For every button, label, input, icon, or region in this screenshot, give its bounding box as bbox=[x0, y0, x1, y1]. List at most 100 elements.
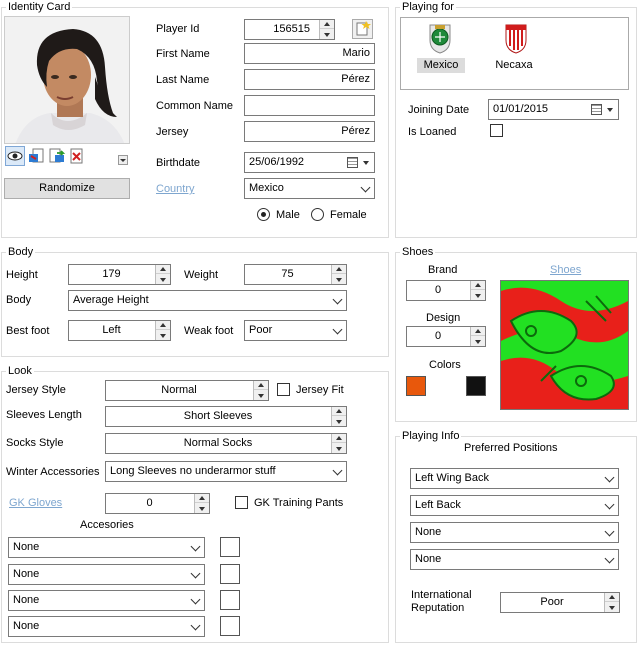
female-label[interactable]: Female bbox=[330, 208, 367, 222]
gk-gloves-link[interactable]: GK Gloves bbox=[9, 496, 62, 510]
spin-down-icon[interactable] bbox=[195, 504, 209, 513]
birthdate-picker[interactable]: 25/06/1992 bbox=[244, 152, 375, 173]
accessory-color-2[interactable] bbox=[220, 564, 240, 584]
spin-down-icon[interactable] bbox=[332, 417, 346, 426]
accessory-color-4[interactable] bbox=[220, 616, 240, 636]
chevron-down-icon bbox=[190, 594, 201, 605]
import-icon[interactable] bbox=[28, 147, 46, 165]
team-label-mexico: Mexico bbox=[417, 58, 465, 73]
design-spinner[interactable]: 0 bbox=[406, 326, 486, 347]
best-foot-spinner[interactable]: Left bbox=[68, 320, 171, 341]
shoes-link[interactable]: Shoes bbox=[550, 263, 581, 277]
country-select[interactable]: Mexico bbox=[244, 178, 375, 199]
intl-reputation-label: International Reputation bbox=[411, 589, 472, 614]
joining-date-picker[interactable]: 01/01/2015 bbox=[488, 99, 619, 120]
weak-foot-select[interactable]: Poor bbox=[244, 320, 347, 341]
spin-up-icon[interactable] bbox=[195, 494, 209, 503]
spin-down-icon[interactable] bbox=[332, 275, 346, 284]
spin-down-icon[interactable] bbox=[605, 603, 619, 612]
spin-up-icon[interactable] bbox=[471, 281, 485, 290]
country-link[interactable]: Country bbox=[156, 182, 195, 196]
winter-accessories-value: Long Sleeves no underarmor stuff bbox=[110, 465, 276, 477]
brand-spinner[interactable]: 0 bbox=[406, 280, 486, 301]
spin-up-icon[interactable] bbox=[156, 321, 170, 330]
gk-training-pants-checkbox[interactable] bbox=[235, 496, 248, 509]
shoe-color-1[interactable] bbox=[406, 376, 426, 396]
brand-value: 0 bbox=[434, 284, 442, 296]
winter-accessories-select[interactable]: Long Sleeves no underarmor stuff bbox=[105, 461, 347, 482]
spin-down-icon[interactable] bbox=[332, 444, 346, 453]
shoe-color-2[interactable] bbox=[466, 376, 486, 396]
accessory-color-1[interactable] bbox=[220, 537, 240, 557]
is-loaned-checkbox[interactable] bbox=[490, 124, 503, 137]
common-name-field[interactable] bbox=[244, 95, 375, 116]
accessories-label: Accesories bbox=[80, 519, 134, 531]
preferred-positions-label: Preferred Positions bbox=[464, 442, 558, 454]
spin-up-icon[interactable] bbox=[254, 381, 268, 390]
last-name-field[interactable]: Pérez bbox=[244, 69, 375, 90]
spin-down-icon[interactable] bbox=[156, 275, 170, 284]
spin-up-icon[interactable] bbox=[332, 407, 346, 416]
jersey-fit-label[interactable]: Jersey Fit bbox=[296, 383, 344, 397]
gk-gloves-spinner[interactable]: 0 bbox=[105, 493, 210, 514]
jersey-fit-checkbox[interactable] bbox=[277, 383, 290, 396]
spin-up-icon[interactable] bbox=[605, 593, 619, 602]
socks-value: Normal Socks bbox=[183, 437, 253, 449]
male-label[interactable]: Male bbox=[276, 208, 300, 222]
calendar-icon[interactable] bbox=[347, 157, 358, 168]
chevron-down-icon[interactable] bbox=[363, 161, 369, 165]
joining-date-label: Joining Date bbox=[408, 104, 470, 116]
socks-spinner[interactable]: Normal Socks bbox=[105, 433, 347, 454]
spin-down-icon[interactable] bbox=[320, 30, 334, 39]
delete-icon[interactable] bbox=[68, 147, 86, 165]
spin-down-icon[interactable] bbox=[471, 291, 485, 300]
eye-icon[interactable] bbox=[5, 146, 25, 166]
spin-up-icon[interactable] bbox=[471, 327, 485, 336]
chevron-down-icon bbox=[332, 324, 343, 335]
weight-spinner[interactable]: 75 bbox=[244, 264, 347, 285]
position-select-1[interactable]: Left Wing Back bbox=[410, 468, 619, 489]
accessory-select-4[interactable]: None bbox=[8, 616, 205, 637]
position-select-4[interactable]: None bbox=[410, 549, 619, 570]
accessory-color-3[interactable] bbox=[220, 590, 240, 610]
dropdown-icon[interactable] bbox=[118, 155, 128, 165]
female-radio[interactable] bbox=[311, 208, 324, 221]
accessory-select-2[interactable]: None bbox=[8, 564, 205, 585]
chevron-down-icon[interactable] bbox=[607, 108, 613, 112]
sleeves-label: Sleeves Length bbox=[6, 409, 82, 421]
spin-down-icon[interactable] bbox=[156, 331, 170, 340]
position-value-1: Left Wing Back bbox=[415, 472, 489, 484]
male-radio[interactable] bbox=[257, 208, 270, 221]
intl-reputation-spinner[interactable]: Poor bbox=[500, 592, 620, 613]
spin-down-icon[interactable] bbox=[254, 391, 268, 400]
playing-info-title: Playing Info bbox=[400, 429, 462, 443]
spin-up-icon[interactable] bbox=[332, 434, 346, 443]
randomize-button[interactable]: Randomize bbox=[4, 178, 130, 199]
jersey-style-spinner[interactable]: Normal bbox=[105, 380, 269, 401]
teams-list[interactable]: Mexico Necaxa bbox=[400, 17, 629, 90]
position-select-3[interactable]: None bbox=[410, 522, 619, 543]
calendar-icon[interactable] bbox=[591, 104, 602, 115]
chevron-down-icon bbox=[190, 568, 201, 579]
gk-training-pants-label[interactable]: GK Training Pants bbox=[254, 496, 343, 510]
export-icon[interactable] bbox=[48, 147, 66, 165]
body-type-select[interactable]: Average Height bbox=[68, 290, 347, 311]
accessory-select-1[interactable]: None bbox=[8, 537, 205, 558]
sleeves-spinner[interactable]: Short Sleeves bbox=[105, 406, 347, 427]
jersey-field[interactable]: Pérez bbox=[244, 121, 375, 142]
height-spinner[interactable]: 179 bbox=[68, 264, 171, 285]
player-id-spinner[interactable]: 156515 bbox=[244, 19, 335, 40]
player-photo[interactable] bbox=[4, 16, 130, 144]
position-select-2[interactable]: Left Back bbox=[410, 495, 619, 516]
accessory-select-3[interactable]: None bbox=[8, 590, 205, 611]
body-type-value: Average Height bbox=[73, 294, 149, 306]
spin-down-icon[interactable] bbox=[471, 337, 485, 346]
spin-up-icon[interactable] bbox=[332, 265, 346, 274]
spin-up-icon[interactable] bbox=[320, 20, 334, 29]
first-name-field[interactable]: Mario bbox=[244, 43, 375, 64]
new-id-icon[interactable] bbox=[352, 19, 373, 39]
spin-up-icon[interactable] bbox=[156, 265, 170, 274]
country-value: Mexico bbox=[249, 182, 284, 194]
player-id-value: 156515 bbox=[273, 23, 310, 35]
team-label-necaxa: Necaxa bbox=[495, 59, 533, 71]
